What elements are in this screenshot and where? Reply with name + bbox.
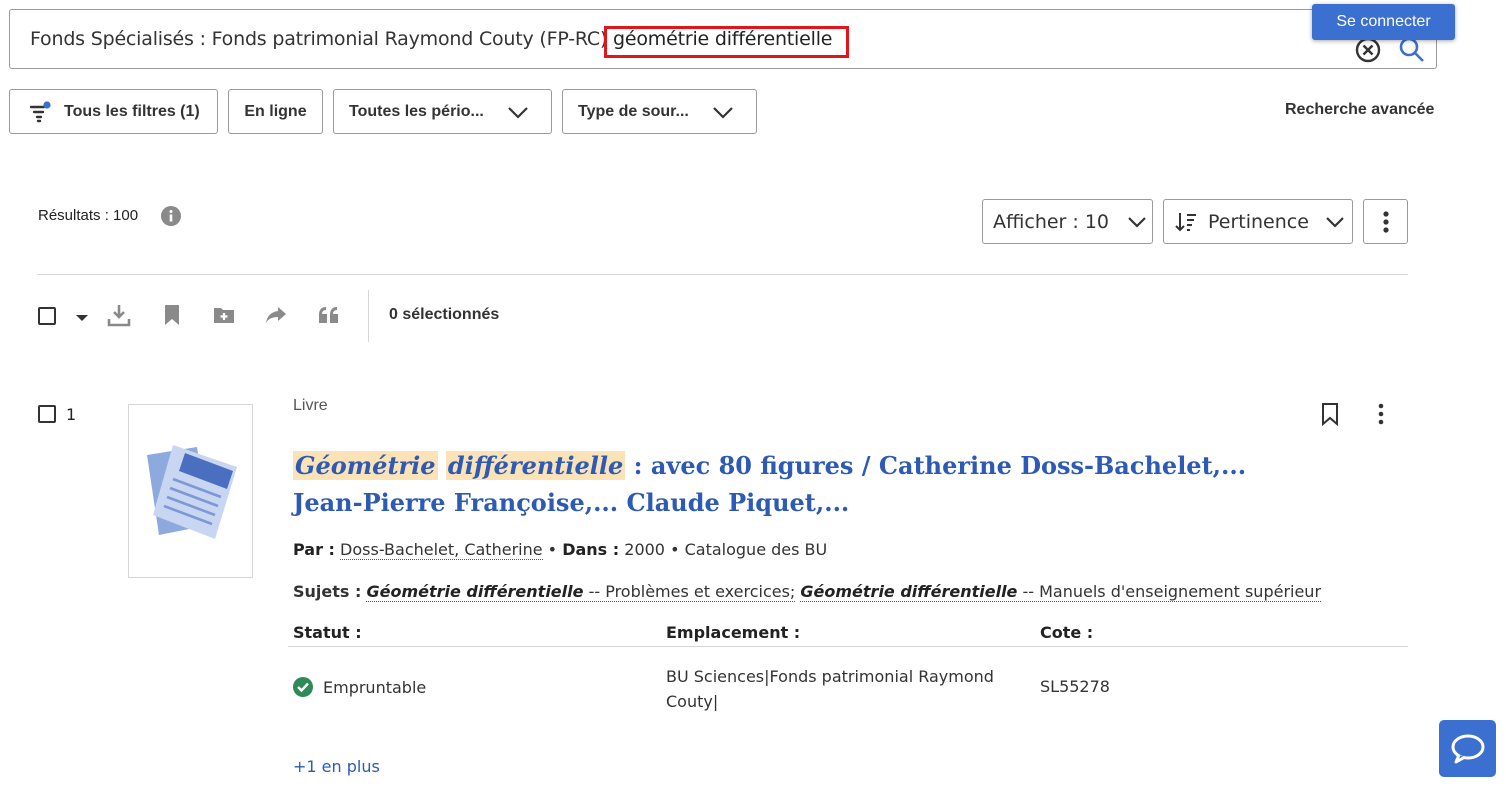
download-icon[interactable] [107, 303, 131, 327]
caret-down-icon[interactable] [70, 305, 94, 329]
subjects-label: Sujets : [293, 582, 362, 601]
item-type: Livre [293, 397, 328, 414]
sort-value: Pertinence [1208, 210, 1309, 233]
by-label: Par : [293, 540, 335, 559]
bookmark-icon[interactable] [160, 303, 184, 327]
period-filter-dropdown[interactable]: Toutes les pério... [333, 89, 552, 134]
subject-2-rest: -- Manuels d'enseignement supérieur [1017, 582, 1322, 601]
chevron-down-icon [713, 106, 733, 119]
item-bookmark-icon[interactable] [1319, 402, 1341, 426]
item-number: 1 [66, 405, 77, 424]
more-holdings-link[interactable]: +1 en plus [293, 757, 380, 776]
item-checkbox[interactable] [38, 405, 56, 423]
more-options-button[interactable] [1363, 199, 1408, 244]
title-highlight: différentielle [445, 451, 626, 480]
chat-button[interactable] [1439, 720, 1496, 777]
source-type-dropdown[interactable]: Type de sour... [562, 89, 757, 134]
item-catalog: Catalogue des BU [684, 540, 828, 559]
filter-icon [29, 100, 51, 122]
subject-1-rest: -- Problèmes et exercices; [583, 582, 796, 601]
info-icon[interactable] [161, 206, 181, 226]
chevron-down-icon [1128, 216, 1146, 228]
item-status: Empruntable [293, 677, 426, 697]
item-meta: Par : Doss-Bachelet, Catherine • Dans : … [293, 540, 828, 560]
all-filters-label: Tous les filtres (1) [64, 102, 200, 120]
connect-button[interactable]: Se connecter [1312, 4, 1455, 40]
select-all-checkbox[interactable] [38, 307, 56, 325]
selected-count: 0 sélectionnés [389, 306, 500, 323]
all-filters-button[interactable]: Tous les filtres (1) [9, 89, 218, 134]
subject-link-2[interactable]: Géométrie différentielle -- Manuels d'en… [800, 582, 1322, 602]
cote-header: Cote : [1040, 623, 1094, 642]
item-year: 2000 [624, 540, 665, 559]
per-page-select[interactable]: Afficher : 10 [982, 199, 1153, 244]
period-filter-label: Toutes les pério... [349, 102, 484, 120]
results-count: Résultats : 100 [38, 207, 139, 224]
status-text: Empruntable [323, 677, 427, 697]
advanced-search-link[interactable]: Recherche avancée [1285, 101, 1434, 119]
annotation-box [604, 26, 849, 58]
bullet: • [547, 540, 558, 559]
bullet: • [670, 540, 680, 559]
item-location: BU Sciences|Fonds patrimonial Raymond Co… [666, 667, 994, 711]
chat-icon [1451, 734, 1484, 763]
per-page-value: Afficher : 10 [993, 210, 1110, 233]
item-subjects: Sujets : Géométrie différentielle -- Pro… [293, 582, 1322, 602]
in-label: Dans : [562, 540, 620, 559]
share-icon[interactable] [264, 303, 288, 327]
subject-2-emph: Géométrie différentielle [800, 582, 1018, 601]
item-kebab-icon[interactable] [1370, 402, 1392, 426]
document-icon [147, 445, 237, 539]
location-header: Emplacement : [666, 623, 801, 642]
source-type-label: Type de sour... [578, 102, 689, 120]
toolbar-separator [368, 290, 369, 342]
status-header: Statut : [293, 623, 362, 642]
table-divider [288, 646, 1408, 647]
chevron-down-icon [1326, 216, 1344, 228]
folder-add-icon[interactable] [212, 303, 236, 327]
clear-icon[interactable] [1355, 37, 1381, 63]
quote-icon[interactable] [317, 303, 341, 327]
search-icon[interactable] [1398, 36, 1426, 64]
online-filter-label: En ligne [244, 102, 307, 120]
sort-select[interactable]: Pertinence [1163, 199, 1353, 244]
online-filter-button[interactable]: En ligne [228, 89, 323, 134]
subject-link-1[interactable]: Géométrie différentielle -- Problèmes et… [366, 582, 796, 602]
item-thumbnail[interactable] [128, 404, 253, 578]
item-cote: SL55278 [1040, 677, 1110, 696]
item-title-link[interactable]: Géométrie différentielle : avec 80 figur… [293, 447, 1253, 521]
subject-1-emph: Géométrie différentielle [366, 582, 584, 601]
check-circle-icon [293, 677, 313, 697]
search-scope: Fonds Spécialisés : Fonds patrimonial Ra… [30, 28, 608, 50]
kebab-icon [1382, 210, 1389, 233]
chevron-down-icon [508, 106, 528, 119]
divider [37, 274, 1408, 275]
author-link[interactable]: Doss-Bachelet, Catherine [340, 540, 543, 560]
title-highlight: Géométrie [293, 451, 438, 480]
sort-icon [1175, 212, 1196, 231]
